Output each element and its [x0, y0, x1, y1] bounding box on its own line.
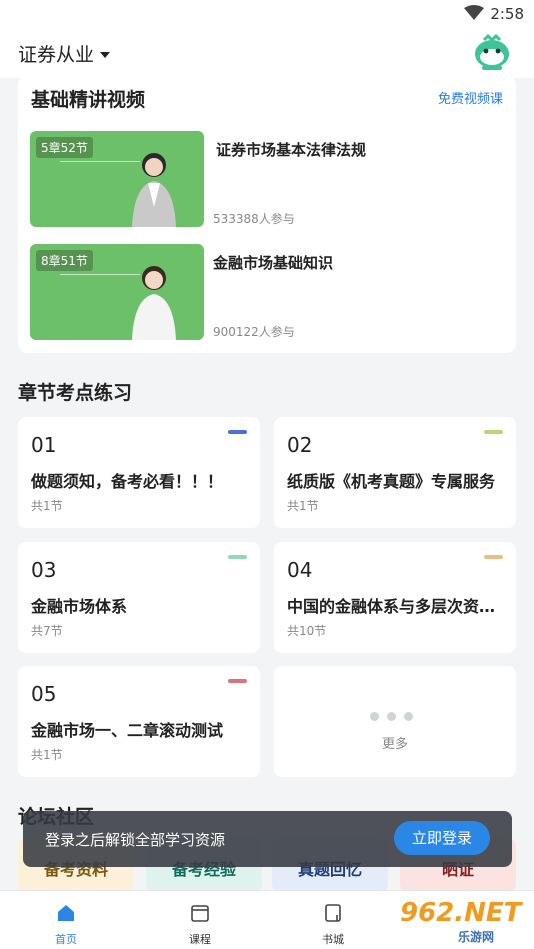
book-icon	[325, 904, 341, 922]
tab-label: 首页	[55, 933, 77, 946]
wifi-icon	[464, 5, 484, 20]
lecturer-image	[132, 266, 176, 340]
practice-number: 03	[31, 558, 57, 582]
watermark-logo: 962.NET 乐游网	[400, 898, 528, 946]
home-icon	[58, 905, 74, 921]
color-tag	[228, 430, 247, 434]
chapter-section-title: 章节考点练习	[18, 382, 133, 404]
practice-count: 共7节	[31, 624, 63, 638]
practice-card[interactable]: 01 做题须知，备考必看！！！ 共1节	[18, 417, 260, 528]
practice-card[interactable]: 05 金融市场一、二章滚动测试 共1节	[18, 666, 260, 777]
color-tag	[484, 430, 503, 434]
course-item[interactable]: 8章51节 金融市场基础知识 900122人参与	[30, 244, 500, 342]
login-banner: 登录之后解锁全部学习资源 立即登录	[23, 811, 512, 867]
practice-number: 05	[31, 682, 57, 706]
tab-label: 课程	[189, 933, 211, 946]
video-section: 基础精讲视频 免费视频课 5章52节 证券市场基本法律法规 533388人参与 …	[18, 75, 516, 353]
course-icon	[191, 905, 209, 922]
practice-number: 01	[31, 433, 57, 457]
tab-home[interactable]: 首页	[6, 891, 126, 949]
tab-label: 书城	[322, 933, 344, 946]
practice-card[interactable]: 02 纸质版《机考真题》专属服务 共1节	[274, 417, 516, 528]
course-item[interactable]: 5章52节 证券市场基本法律法规 533388人参与	[30, 131, 500, 229]
caret-down-icon	[100, 51, 111, 58]
course-thumbnail: 5章52节	[30, 131, 204, 227]
course-title: 金融市场基础知识	[213, 254, 334, 272]
more-label: 更多	[381, 737, 408, 752]
course-badge: 5章52节	[36, 137, 93, 158]
status-time: 2:58	[490, 5, 524, 23]
practice-card[interactable]: 03 金融市场体系 共7节	[18, 542, 260, 653]
practice-name: 金融市场体系	[31, 597, 128, 616]
mascot-avatar-icon[interactable]	[472, 32, 512, 72]
course-title: 证券市场基本法律法规	[216, 141, 367, 159]
course-badge: 8章51节	[36, 250, 93, 271]
color-tag	[484, 555, 503, 559]
color-tag	[228, 679, 247, 683]
practice-number: 04	[287, 558, 313, 582]
watermark-text: 962.NET	[400, 898, 522, 928]
practice-count: 共1节	[31, 748, 63, 762]
practice-card[interactable]: 04 中国的金融体系与多层次资本市场 共10节	[274, 542, 516, 653]
lecturer-image	[132, 153, 176, 227]
login-button[interactable]: 立即登录	[394, 821, 490, 855]
practice-name: 中国的金融体系与多层次资本市场	[287, 597, 503, 616]
more-dots-icon	[370, 712, 413, 721]
status-bar: 2:58	[0, 0, 534, 30]
practice-number: 02	[287, 433, 313, 457]
watermark-subtext: 乐游网	[458, 930, 495, 944]
practice-count: 共1节	[287, 499, 319, 513]
free-video-link[interactable]: 免费视频课	[438, 88, 503, 107]
more-card[interactable]: 更多	[274, 666, 516, 777]
course-participants: 533388人参与	[213, 212, 295, 226]
course-participants: 900122人参与	[213, 325, 295, 339]
exam-selector-label: 证券从业	[18, 44, 95, 66]
practice-count: 共10节	[287, 624, 327, 638]
video-section-title: 基础精讲视频	[31, 89, 146, 111]
color-tag	[228, 555, 247, 559]
app-bar: 证券从业	[0, 30, 534, 78]
practice-count: 共1节	[31, 499, 63, 513]
practice-name: 纸质版《机考真题》专属服务	[287, 472, 496, 491]
exam-selector[interactable]: 证券从业	[18, 40, 111, 67]
course-thumbnail: 8章51节	[30, 244, 204, 340]
tab-course[interactable]: 课程	[140, 891, 260, 949]
practice-name: 做题须知，备考必看！！！	[31, 472, 224, 491]
practice-name: 金融市场一、二章滚动测试	[31, 721, 224, 740]
login-banner-text: 登录之后解锁全部学习资源	[45, 831, 226, 849]
tab-bookstore[interactable]: 书城	[273, 891, 393, 949]
